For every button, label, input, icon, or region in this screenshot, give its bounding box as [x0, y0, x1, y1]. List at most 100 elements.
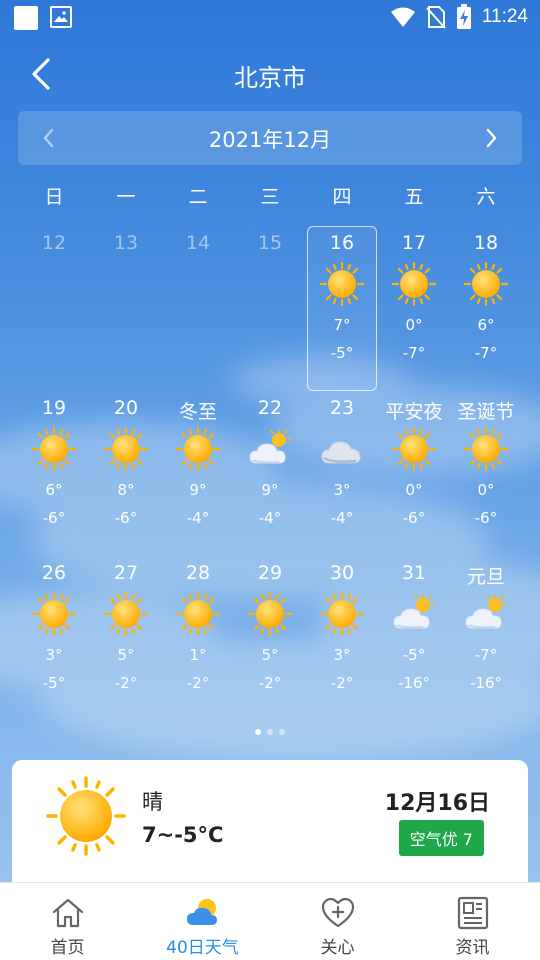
page-dot[interactable]	[279, 729, 285, 735]
month-label[interactable]: 2021年12月	[18, 124, 522, 154]
page-dot[interactable]	[267, 729, 273, 735]
high-temp: 3°	[333, 481, 351, 499]
page-dot[interactable]	[255, 729, 261, 735]
low-temp: -6°	[474, 509, 498, 527]
temperature-range: 7~-5°C	[142, 823, 224, 847]
nav-40-day-weather[interactable]: 40日天气	[135, 883, 270, 960]
day-label: 17	[401, 232, 427, 254]
day-cell: 12	[18, 226, 90, 391]
low-temp: -4°	[186, 509, 210, 527]
day-cell[interactable]: 22 9° -4°	[234, 391, 306, 556]
high-temp: 9°	[261, 481, 279, 499]
day-cell[interactable]: 27 5° -2°	[90, 556, 162, 721]
day-label: 平安夜	[385, 401, 443, 423]
weekday-label: 日	[44, 186, 64, 208]
day-cell[interactable]: 平安夜 0° -6°	[378, 391, 450, 556]
sun-icon	[320, 592, 364, 636]
sun-icon	[104, 427, 148, 471]
low-temp: -7°	[474, 344, 498, 362]
day-cell[interactable]: 31 -5° -16°	[378, 556, 450, 721]
day-label: 冬至	[178, 401, 217, 423]
high-temp: 5°	[117, 646, 135, 664]
header: 北京市	[0, 50, 540, 98]
sun-icon	[392, 262, 436, 306]
day-cell[interactable]: 29 5° -2°	[234, 556, 306, 721]
cloudy-icon	[321, 441, 361, 464]
day-label: 13	[113, 232, 139, 254]
sun-icon	[46, 776, 126, 856]
high-temp: 0°	[405, 316, 423, 334]
day-label: 23	[329, 397, 355, 419]
selected-day-card[interactable]: 晴 7~-5°C 12月16日 空气优 7	[12, 760, 528, 900]
day-label: 19	[41, 397, 67, 419]
day-label: 27	[113, 562, 139, 584]
day-label: 30	[329, 562, 355, 584]
sun-icon	[32, 592, 76, 636]
day-cell[interactable]: 19 6° -6°	[18, 391, 90, 556]
high-temp: 1°	[189, 646, 207, 664]
sun-icon	[320, 262, 364, 306]
day-label: 29	[257, 562, 283, 584]
day-cell[interactable]: 17 0° -7°	[378, 226, 450, 391]
air-quality-badge: 空气优 7	[398, 820, 484, 856]
low-temp: -4°	[258, 509, 282, 527]
day-label: 20	[113, 397, 139, 419]
home-icon	[52, 898, 83, 928]
high-temp: 7°	[333, 316, 351, 334]
low-temp: -6°	[42, 509, 66, 527]
day-label: 16	[329, 232, 355, 254]
heart-plus-icon	[321, 897, 354, 928]
low-temp: -5°	[330, 344, 354, 362]
weather-icon	[186, 899, 217, 925]
low-temp: -7°	[402, 344, 426, 362]
wifi-icon	[390, 7, 415, 27]
weekday-label: 六	[476, 186, 496, 208]
condition-text: 晴	[142, 790, 163, 814]
day-label: 26	[41, 562, 67, 584]
day-label: 28	[185, 562, 211, 584]
day-cell[interactable]: 元旦 -7° -16°	[450, 556, 522, 721]
notification-icon	[14, 6, 38, 30]
day-cell[interactable]: 18 6° -7°	[450, 226, 522, 391]
high-temp: 8°	[117, 481, 135, 499]
calendar-grid: 12 13 14 15 16 7° -5° 17 0° -7° 18 6° -7° 19 6° -6° 20 8°…	[18, 226, 522, 721]
day-cell[interactable]: 30 3° -2°	[306, 556, 378, 721]
day-cell[interactable]: 20 8° -6°	[90, 391, 162, 556]
day-cell[interactable]: 冬至 9° -4°	[162, 391, 234, 556]
nav-label: 资讯	[455, 938, 490, 958]
status-bar: 11:24	[0, 0, 540, 36]
day-cell: 15	[234, 226, 306, 391]
sun-icon	[176, 592, 220, 636]
nav-news[interactable]: 资讯	[405, 883, 540, 960]
nav-home[interactable]: 首页	[0, 883, 135, 960]
high-temp: 3°	[333, 646, 351, 664]
bottom-navigation: 首页 40日天气 关心 资讯	[0, 882, 540, 960]
day-label: 22	[257, 397, 283, 419]
high-temp: 0°	[477, 481, 495, 499]
day-label: 14	[185, 232, 211, 254]
day-cell[interactable]: 28 1° -2°	[162, 556, 234, 721]
low-temp: -4°	[330, 509, 354, 527]
nav-care[interactable]: 关心	[270, 883, 405, 960]
sun-icon	[104, 592, 148, 636]
no-sim-icon	[426, 6, 446, 29]
weekday-label: 五	[404, 186, 424, 208]
low-temp: -2°	[258, 674, 282, 692]
partly-cloudy-icon	[393, 594, 436, 629]
day-cell: 13	[90, 226, 162, 391]
day-label: 15	[257, 232, 283, 254]
nav-label: 关心	[320, 938, 355, 958]
weekday-label: 四	[332, 186, 352, 208]
day-cell: 14	[162, 226, 234, 391]
low-temp: -6°	[114, 509, 138, 527]
news-icon	[457, 896, 488, 930]
day-cell[interactable]: 圣诞节 0° -6°	[450, 391, 522, 556]
next-month-chevron-icon[interactable]	[476, 123, 506, 153]
day-cell-selected[interactable]: 16 7° -5°	[306, 226, 378, 391]
month-selector: 2021年12月	[18, 111, 522, 165]
low-temp: -16°	[470, 674, 502, 692]
day-cell[interactable]: 26 3° -5°	[18, 556, 90, 721]
city-title: 北京市	[234, 64, 306, 92]
day-cell[interactable]: 23 3° -4°	[306, 391, 378, 556]
weekday-label: 二	[188, 186, 208, 208]
